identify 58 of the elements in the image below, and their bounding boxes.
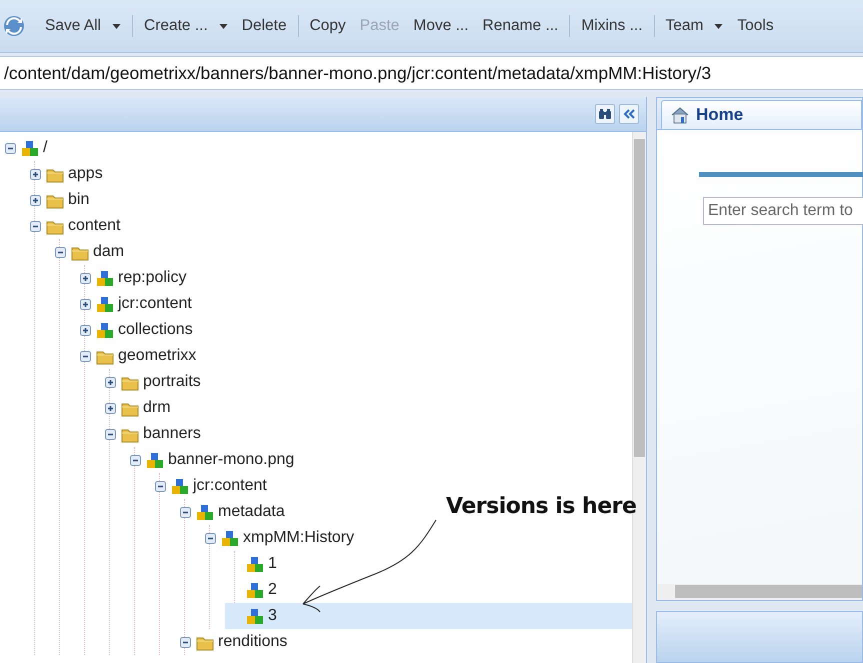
tree-row[interactable]: geometrixx	[75, 343, 200, 369]
collapse-icon[interactable]	[30, 220, 41, 232]
tree-row[interactable]: bin	[25, 187, 94, 213]
toolbar-button[interactable]: Team	[658, 13, 730, 39]
collapse-icon[interactable]	[105, 428, 116, 440]
expand-icon[interactable]	[30, 168, 41, 180]
expand-icon[interactable]	[105, 402, 116, 414]
toolbar-button[interactable]: Delete	[234, 13, 294, 39]
toolbar-button[interactable]: Move ...	[406, 13, 476, 39]
collapse-icon[interactable]	[180, 636, 191, 648]
toolbar-button[interactable]: Mixins ...	[574, 13, 650, 39]
tree-row[interactable]: 2	[225, 577, 281, 603]
tree-row[interactable]: renditions	[175, 629, 292, 655]
tree-row[interactable]: apps	[25, 161, 107, 187]
collapse-icon[interactable]	[619, 104, 639, 124]
collapse-icon[interactable]	[55, 246, 66, 258]
tree-row[interactable]: 3	[225, 603, 632, 629]
caret-icon	[714, 24, 724, 28]
tree-row[interactable]: drm	[100, 395, 175, 421]
tree-row[interactable]: rep:policy	[75, 265, 190, 291]
expand-icon[interactable]	[30, 194, 41, 206]
tree-row[interactable]: 1	[225, 551, 281, 577]
tree-row[interactable]: collections	[75, 317, 197, 343]
home-tab[interactable]: Home	[661, 100, 862, 129]
binoculars-icon[interactable]	[595, 104, 615, 124]
collapse-icon[interactable]	[5, 142, 16, 154]
collapse-icon[interactable]	[155, 480, 166, 492]
toolbar-button[interactable]: Rename ...	[476, 13, 566, 39]
tree-row[interactable]: metadata	[175, 499, 289, 525]
tree-row[interactable]: portraits	[100, 369, 205, 395]
collapse-icon[interactable]	[205, 532, 216, 544]
expand-icon[interactable]	[80, 272, 91, 284]
tree-row[interactable]: jcr:content	[75, 291, 196, 317]
tree-row[interactable]: content	[25, 213, 124, 239]
annotation-text: Versions is here	[446, 494, 636, 519]
collapse-icon[interactable]	[80, 350, 91, 362]
tree-row[interactable]: xmpMM:History	[200, 525, 358, 551]
search-field[interactable]: Enter search term to	[703, 197, 863, 225]
path-field[interactable]: /content/dam/geometrixx/banners/banner-mono.png/jcr:content/metadata/xmpMM:History/3	[0, 56, 863, 90]
caret-icon	[218, 24, 228, 28]
expand-icon[interactable]	[80, 298, 91, 310]
tree-row[interactable]: dam	[50, 239, 128, 265]
tree-row[interactable]: banners	[100, 421, 205, 447]
scrollbar[interactable]	[657, 584, 862, 600]
tree-row[interactable]: /	[0, 135, 52, 161]
toolbar-button[interactable]: Tools	[730, 13, 781, 39]
toolbar-button[interactable]: Create ...	[137, 13, 235, 39]
tree-row[interactable]: banner-mono.png	[125, 447, 298, 473]
home-icon	[670, 106, 690, 124]
tree-row[interactable]: jcr:content	[150, 473, 271, 499]
toolbar-button[interactable]: Copy	[302, 13, 353, 39]
toolbar-button[interactable]: Save All	[38, 13, 128, 39]
expand-icon[interactable]	[105, 376, 116, 388]
collapse-icon[interactable]	[130, 454, 141, 466]
collapse-icon[interactable]	[180, 506, 191, 518]
expand-icon[interactable]	[80, 324, 91, 336]
caret-icon	[112, 24, 122, 28]
refresh-icon[interactable]	[2, 14, 26, 38]
